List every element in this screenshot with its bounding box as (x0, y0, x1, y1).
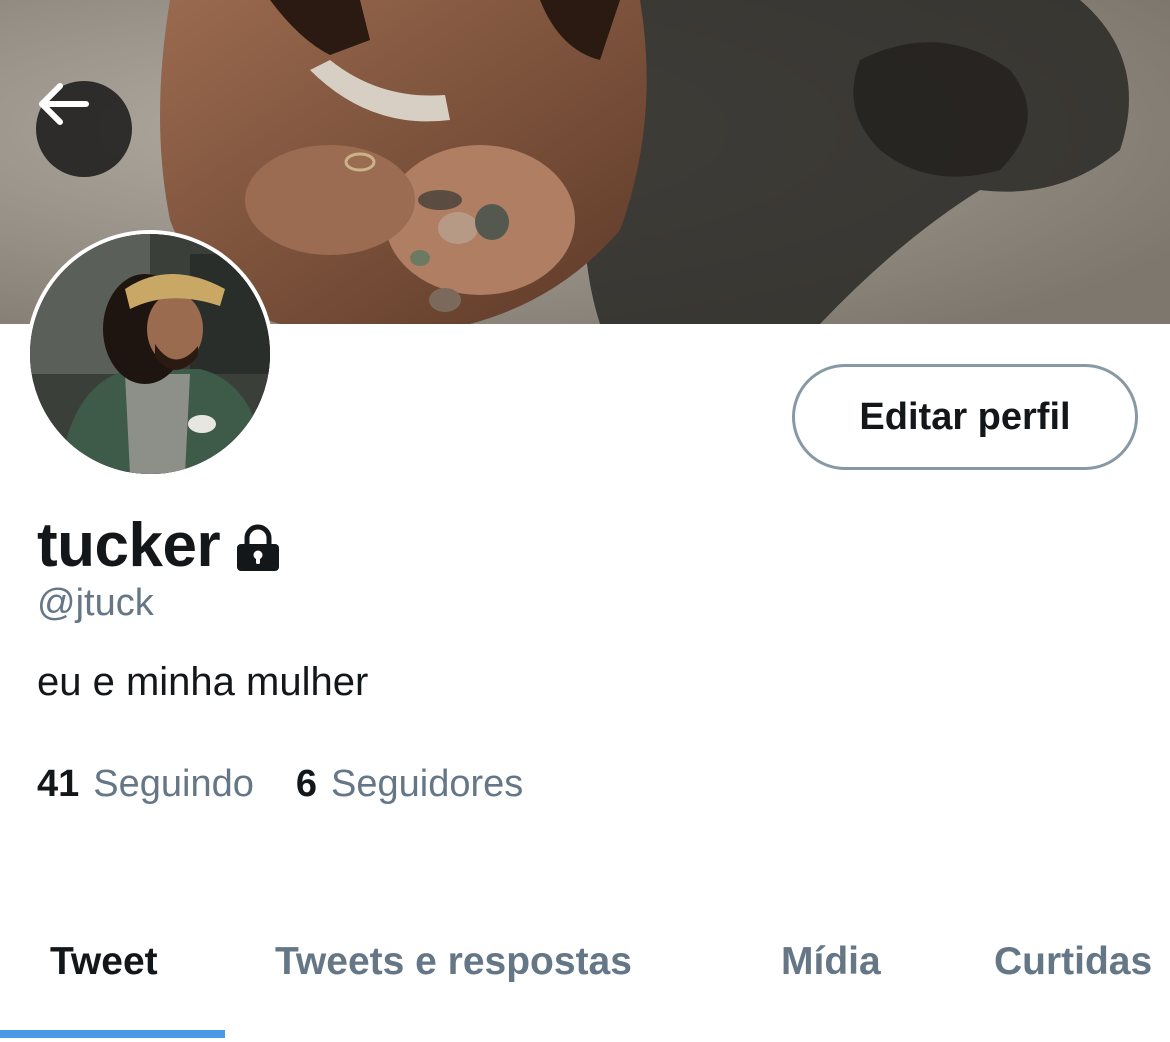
followers-link[interactable]: 6 Seguidores (296, 763, 523, 806)
followers-label: Seguidores (331, 763, 524, 805)
tab-likes[interactable]: Curtidas (994, 940, 1152, 984)
following-label: Seguindo (93, 763, 254, 805)
lock-icon (237, 524, 280, 571)
profile-bio: eu e minha mulher (37, 660, 369, 704)
arrow-left-icon (39, 83, 89, 125)
edit-profile-button[interactable]: Editar perfil (792, 364, 1138, 470)
profile-page: Editar perfil tucker @jtuck eu e minha m… (0, 0, 1170, 1042)
following-count: 41 (37, 763, 80, 805)
avatar-photo (30, 234, 270, 474)
followers-count: 6 (295, 763, 318, 805)
back-button[interactable] (36, 81, 132, 177)
profile-tabs: Tweet Tweets e respostas Mídia Curtidas (0, 900, 1170, 1042)
avatar[interactable] (26, 230, 274, 478)
tab-tweets-and-replies[interactable]: Tweets e respostas (275, 940, 632, 984)
profile-stats: 41 Seguindo 6 Seguidores (37, 763, 523, 806)
tab-media[interactable]: Mídia (781, 940, 881, 984)
tab-tweet[interactable]: Tweet (50, 940, 158, 984)
edit-profile-label: Editar perfil (859, 395, 1071, 438)
profile-name-row: tucker (37, 505, 282, 585)
following-link[interactable]: 41 Seguindo (37, 763, 254, 806)
active-tab-indicator (0, 1030, 225, 1038)
profile-handle: @jtuck (37, 582, 154, 624)
display-name: tucker (37, 510, 221, 580)
